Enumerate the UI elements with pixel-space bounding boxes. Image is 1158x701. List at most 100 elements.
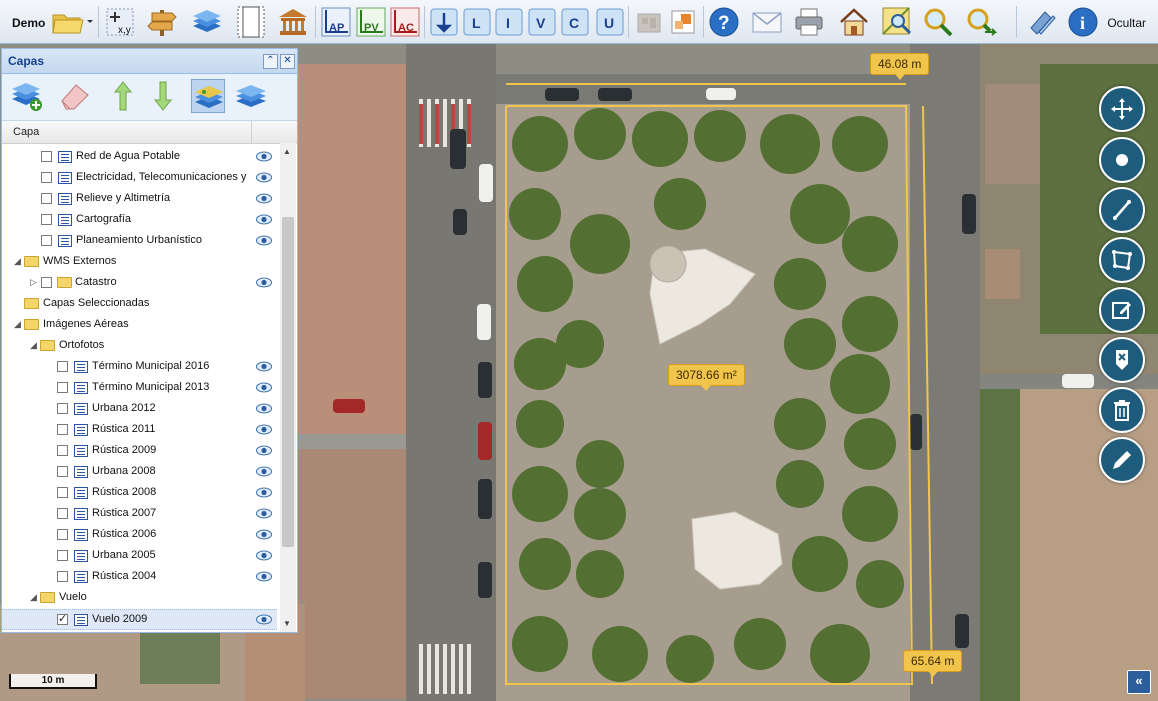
- disabled-tool-button[interactable]: [633, 6, 665, 38]
- tool-i-button[interactable]: I: [493, 6, 525, 38]
- visibility-eye-icon[interactable]: [256, 571, 272, 582]
- signpost-button[interactable]: [146, 6, 178, 38]
- print-button[interactable]: [793, 6, 825, 38]
- visibility-eye-icon[interactable]: [256, 277, 272, 288]
- expand-toggle-icon[interactable]: ▷: [30, 277, 37, 288]
- tree-layer[interactable]: Urbana 2008: [2, 462, 277, 483]
- layer-checkbox[interactable]: [41, 151, 52, 162]
- tool-v-button[interactable]: V: [526, 6, 558, 38]
- close-panel-icon[interactable]: ✕: [280, 54, 295, 69]
- layer-checkbox[interactable]: [41, 172, 52, 183]
- visibility-eye-icon[interactable]: [256, 550, 272, 561]
- layer-checkbox[interactable]: [41, 193, 52, 204]
- tree-layer[interactable]: Rústica 2008: [2, 483, 277, 504]
- frame-button[interactable]: [235, 6, 267, 38]
- visibility-eye-icon[interactable]: [256, 214, 272, 225]
- move-up-button[interactable]: [106, 79, 140, 113]
- draw-line-control[interactable]: [1099, 187, 1145, 233]
- layer-checkbox[interactable]: [41, 277, 52, 288]
- visibility-eye-icon[interactable]: [256, 403, 272, 414]
- move-down-button[interactable]: [146, 79, 180, 113]
- layers-stack-button[interactable]: [234, 79, 268, 113]
- layer-checkbox[interactable]: [57, 403, 68, 414]
- draw-polygon-control[interactable]: [1099, 237, 1145, 283]
- layer-checkbox[interactable]: [57, 612, 68, 625]
- layer-checkbox[interactable]: [57, 424, 68, 435]
- layer-checkbox[interactable]: [57, 445, 68, 456]
- zoom-next-button[interactable]: [965, 6, 997, 38]
- open-button[interactable]: [50, 6, 94, 38]
- tree-layer[interactable]: Red de Agua Potable: [2, 147, 277, 168]
- delete-vertex-control[interactable]: [1099, 337, 1145, 383]
- delete-control[interactable]: [1099, 387, 1145, 433]
- edit-geometry-button[interactable]: [667, 6, 699, 38]
- blue-tool-button[interactable]: [428, 6, 460, 38]
- tree-folder[interactable]: ▷ Catastro: [2, 273, 277, 294]
- tree-layer[interactable]: Cartografía: [2, 210, 277, 231]
- tree-folder[interactable]: ◢ Vuelo: [2, 588, 277, 609]
- expand-toggle-icon[interactable]: ◢: [30, 340, 37, 351]
- layer-checkbox[interactable]: [57, 466, 68, 477]
- visibility-eye-icon[interactable]: [256, 487, 272, 498]
- tree-folder[interactable]: Capas Seleccionadas: [2, 294, 277, 315]
- scrollbar-thumb[interactable]: [282, 217, 294, 547]
- layer-checkbox[interactable]: [57, 361, 68, 372]
- layers-active-button[interactable]: [191, 79, 225, 113]
- tree-layer[interactable]: Rústica 2009: [2, 441, 277, 462]
- tree-folder[interactable]: ◢ Imágenes Aéreas: [2, 315, 277, 336]
- visibility-eye-icon[interactable]: [256, 235, 272, 246]
- layer-checkbox[interactable]: [57, 571, 68, 582]
- tree-layer[interactable]: Rústica 2006: [2, 525, 277, 546]
- tree-layer[interactable]: Planeamiento Urbanístico: [2, 231, 277, 252]
- visibility-eye-icon[interactable]: [256, 361, 272, 372]
- layer-checkbox[interactable]: [41, 214, 52, 225]
- visibility-eye-icon[interactable]: [256, 466, 272, 477]
- home-button[interactable]: [838, 6, 870, 38]
- visibility-eye-icon[interactable]: [256, 445, 272, 456]
- tree-layer[interactable]: Rústica 2007: [2, 504, 277, 525]
- tree-layer[interactable]: Electricidad, Telecomunicaciones y G: [2, 168, 277, 189]
- layer-checkbox[interactable]: [57, 508, 68, 519]
- coordinates-button[interactable]: x,y: [104, 6, 136, 38]
- info-button[interactable]: i: [1067, 6, 1099, 38]
- tree-layer[interactable]: Término Municipal 2013: [2, 378, 277, 399]
- tree-layer[interactable]: Urbana 2005: [2, 546, 277, 567]
- layer-checkbox[interactable]: [57, 487, 68, 498]
- layer-checkbox[interactable]: [41, 235, 52, 246]
- add-layer-button[interactable]: [10, 79, 44, 113]
- layer-checkbox[interactable]: [57, 550, 68, 561]
- tool-l-button[interactable]: L: [461, 6, 493, 38]
- tree-layer[interactable]: Rústica 2004: [2, 567, 277, 588]
- help-button[interactable]: ?: [708, 6, 740, 38]
- pan-control[interactable]: [1099, 86, 1145, 132]
- visibility-eye-icon[interactable]: [256, 508, 272, 519]
- visibility-eye-icon[interactable]: [256, 151, 272, 162]
- zoom-area-button[interactable]: [881, 6, 913, 38]
- tree-layer[interactable]: Término Municipal 2016: [2, 357, 277, 378]
- visibility-eye-icon[interactable]: [256, 382, 272, 393]
- visibility-eye-icon[interactable]: [256, 424, 272, 435]
- layer-checkbox[interactable]: [57, 382, 68, 393]
- tool-u-button[interactable]: U: [594, 6, 626, 38]
- remove-layer-button[interactable]: [58, 79, 92, 113]
- ac-tool-button[interactable]: AC: [389, 6, 421, 38]
- modify-control[interactable]: [1099, 287, 1145, 333]
- tool-c-button[interactable]: C: [559, 6, 591, 38]
- mail-button[interactable]: [751, 6, 783, 38]
- expand-toggle-icon[interactable]: ◢: [14, 256, 21, 267]
- tree-layer[interactable]: Urbana 2012: [2, 399, 277, 420]
- collapse-panel-icon[interactable]: ⌃: [263, 54, 278, 69]
- collapse-button[interactable]: «: [1127, 670, 1151, 694]
- layers-button[interactable]: [191, 6, 223, 38]
- tree-layer[interactable]: Vuelo 2009: [2, 609, 277, 630]
- tree-folder[interactable]: ◢ WMS Externos: [2, 252, 277, 273]
- draw-control[interactable]: [1099, 437, 1145, 483]
- visibility-eye-icon[interactable]: [256, 193, 272, 204]
- legend-button[interactable]: [1025, 6, 1057, 38]
- tree-folder[interactable]: ◢ Ortofotos: [2, 336, 277, 357]
- tree-scrollbar[interactable]: ▲ ▼: [280, 143, 296, 632]
- ap-tool-button[interactable]: AP: [320, 6, 352, 38]
- draw-point-control[interactable]: [1099, 137, 1145, 183]
- building-button[interactable]: [277, 6, 309, 38]
- tree-layer[interactable]: Rústica 2011: [2, 420, 277, 441]
